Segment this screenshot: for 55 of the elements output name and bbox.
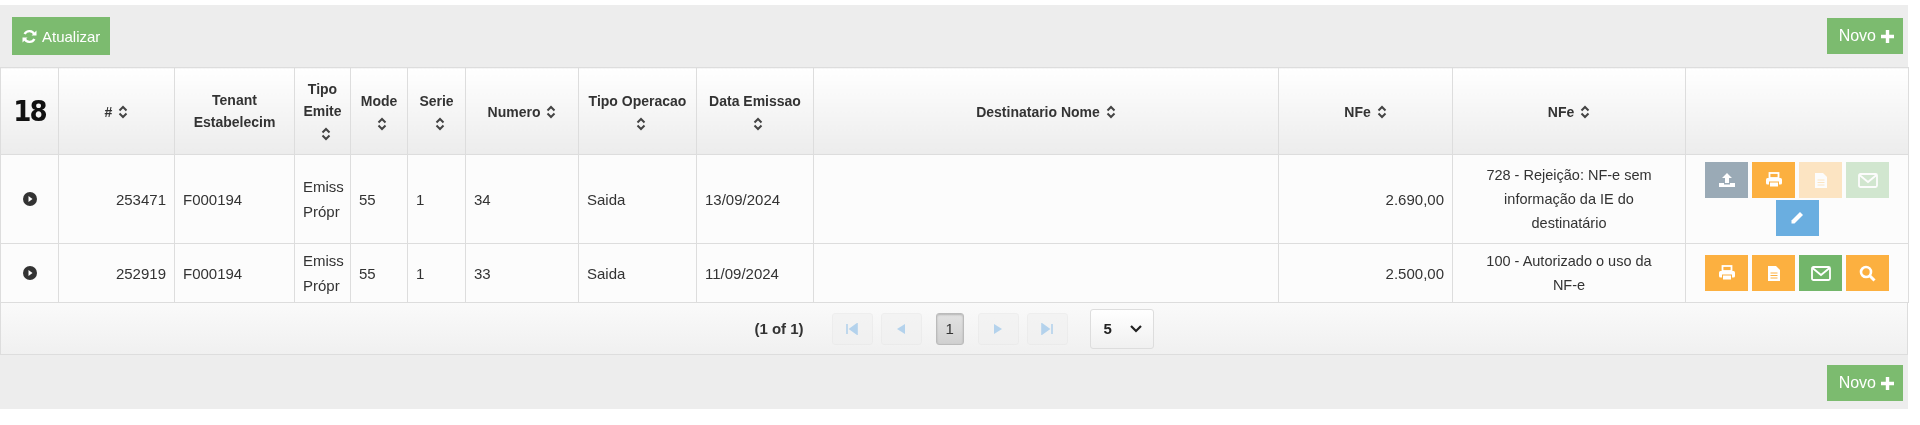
printer-icon xyxy=(1764,172,1783,188)
print-button[interactable] xyxy=(1705,255,1748,291)
rows-per-page-dropdown[interactable]: 5 xyxy=(1089,308,1154,349)
search-icon xyxy=(1859,264,1876,282)
table-cell: Emiss Própr xyxy=(303,252,344,294)
upload-button[interactable] xyxy=(1705,162,1748,198)
table-cell: 100 - Autorizado o uso da NF-e xyxy=(1486,253,1652,293)
plus-icon xyxy=(1881,376,1894,390)
column-header[interactable]: # xyxy=(104,100,113,123)
chevron-down-icon xyxy=(1129,324,1142,333)
table-cell: 2.690,00 xyxy=(1385,190,1444,208)
printer-icon xyxy=(1717,265,1736,281)
edit-button[interactable] xyxy=(1775,200,1819,236)
table-cell: 728 - Rejeição: NF-e sem informação da IE do destinatário xyxy=(1486,167,1652,231)
column-header[interactable]: Numero xyxy=(487,100,541,123)
document-icon xyxy=(1766,264,1781,282)
refresh-icon xyxy=(22,28,37,44)
first-page-icon xyxy=(845,322,860,335)
column-header[interactable]: NFe xyxy=(1344,100,1371,123)
email-button[interactable] xyxy=(1799,255,1842,291)
table-cell: 2.500,00 xyxy=(1385,264,1444,282)
table-cell: 55 xyxy=(359,190,376,208)
table-cell: F000194 xyxy=(183,190,243,208)
document-icon xyxy=(1813,171,1828,189)
table-cell: 252919 xyxy=(115,264,166,282)
column-header[interactable]: NFe xyxy=(1547,100,1575,123)
column-header[interactable]: Serie xyxy=(419,89,454,112)
table-cell: 1 xyxy=(416,190,425,208)
table-cell: 11/09/2024 xyxy=(705,264,779,282)
envelope-icon xyxy=(1857,172,1878,188)
last-page-icon xyxy=(1040,322,1055,335)
upload-icon xyxy=(1717,172,1736,188)
table-cell: 253471 xyxy=(115,190,166,208)
row-count: 18 xyxy=(0,67,59,155)
column-header[interactable]: Mode xyxy=(360,89,398,112)
envelope-icon xyxy=(1810,265,1831,281)
table-cell: 1 xyxy=(416,264,425,282)
table-cell: F000194 xyxy=(183,264,243,282)
table-cell: 55 xyxy=(359,264,376,282)
table-cell: Emiss Própr xyxy=(303,178,344,220)
page-button[interactable]: 1 xyxy=(935,312,964,345)
pencil-icon xyxy=(1789,210,1805,226)
table-cell: 13/09/2024 xyxy=(705,190,781,208)
column-header[interactable]: Destinatario Nome xyxy=(976,100,1100,123)
table-cell: 33 xyxy=(474,264,491,282)
document-button[interactable] xyxy=(1752,255,1795,291)
print-button[interactable] xyxy=(1752,162,1795,198)
page-summary: (1 of 1) xyxy=(754,320,804,337)
expand-icon[interactable] xyxy=(22,266,37,280)
search-button[interactable] xyxy=(1846,255,1889,291)
table-cell: Saida xyxy=(587,264,626,282)
table-cell: Saida xyxy=(587,190,626,208)
expand-icon[interactable] xyxy=(22,192,37,206)
plus-icon xyxy=(1881,29,1894,43)
table-cell: 34 xyxy=(474,190,491,208)
